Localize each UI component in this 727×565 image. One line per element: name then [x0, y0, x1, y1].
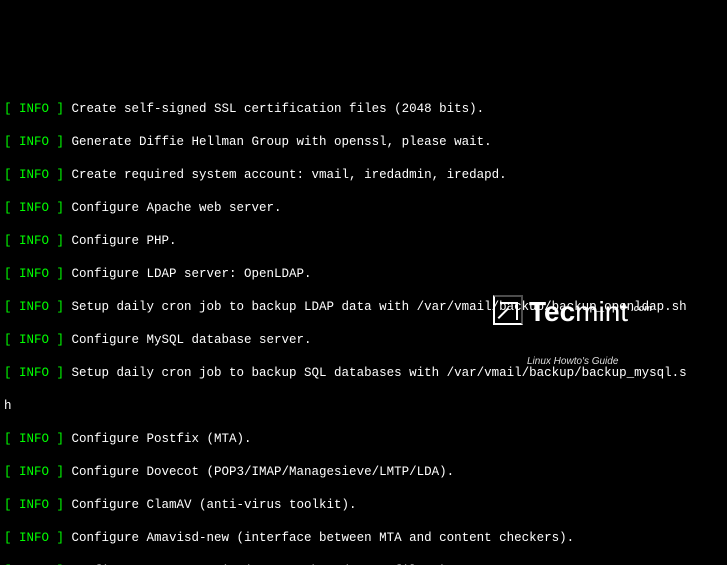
info-tag: [ INFO ]: [4, 135, 64, 149]
log-line: [ INFO ] Create required system account:…: [4, 167, 723, 184]
log-line: [ INFO ] Configure SpamAssassin (content…: [4, 563, 723, 565]
log-line: [ INFO ] Configure PHP.: [4, 233, 723, 250]
log-line: [ INFO ] Setup daily cron job to backup …: [4, 299, 723, 316]
log-line: [ INFO ] Configure Postfix (MTA).: [4, 431, 723, 448]
terminal-output: [ INFO ] Create self-signed SSL certific…: [0, 83, 727, 565]
info-tag: [ INFO ]: [4, 300, 64, 314]
log-line: [ INFO ] Configure Apache web server.: [4, 200, 723, 217]
info-tag: [ INFO ]: [4, 465, 64, 479]
log-line: [ INFO ] Configure ClamAV (anti-virus to…: [4, 497, 723, 514]
log-line: [ INFO ] Generate Diffie Hellman Group w…: [4, 134, 723, 151]
info-tag: [ INFO ]: [4, 333, 64, 347]
info-tag: [ INFO ]: [4, 201, 64, 215]
info-tag: [ INFO ]: [4, 531, 64, 545]
log-line: [ INFO ] Setup daily cron job to backup …: [4, 365, 723, 382]
info-tag: [ INFO ]: [4, 168, 64, 182]
log-line: [ INFO ] Create self-signed SSL certific…: [4, 101, 723, 118]
info-tag: [ INFO ]: [4, 102, 64, 116]
log-line: [ INFO ] Configure Dovecot (POP3/IMAP/Ma…: [4, 464, 723, 481]
log-line: [ INFO ] Configure Amavisd-new (interfac…: [4, 530, 723, 547]
info-tag: [ INFO ]: [4, 366, 64, 380]
log-line-wrap: h: [4, 398, 723, 415]
log-line: [ INFO ] Configure LDAP server: OpenLDAP…: [4, 266, 723, 283]
info-tag: [ INFO ]: [4, 267, 64, 281]
log-line: [ INFO ] Configure MySQL database server…: [4, 332, 723, 349]
info-tag: [ INFO ]: [4, 498, 64, 512]
info-tag: [ INFO ]: [4, 234, 64, 248]
info-tag: [ INFO ]: [4, 564, 64, 565]
info-tag: [ INFO ]: [4, 432, 64, 446]
